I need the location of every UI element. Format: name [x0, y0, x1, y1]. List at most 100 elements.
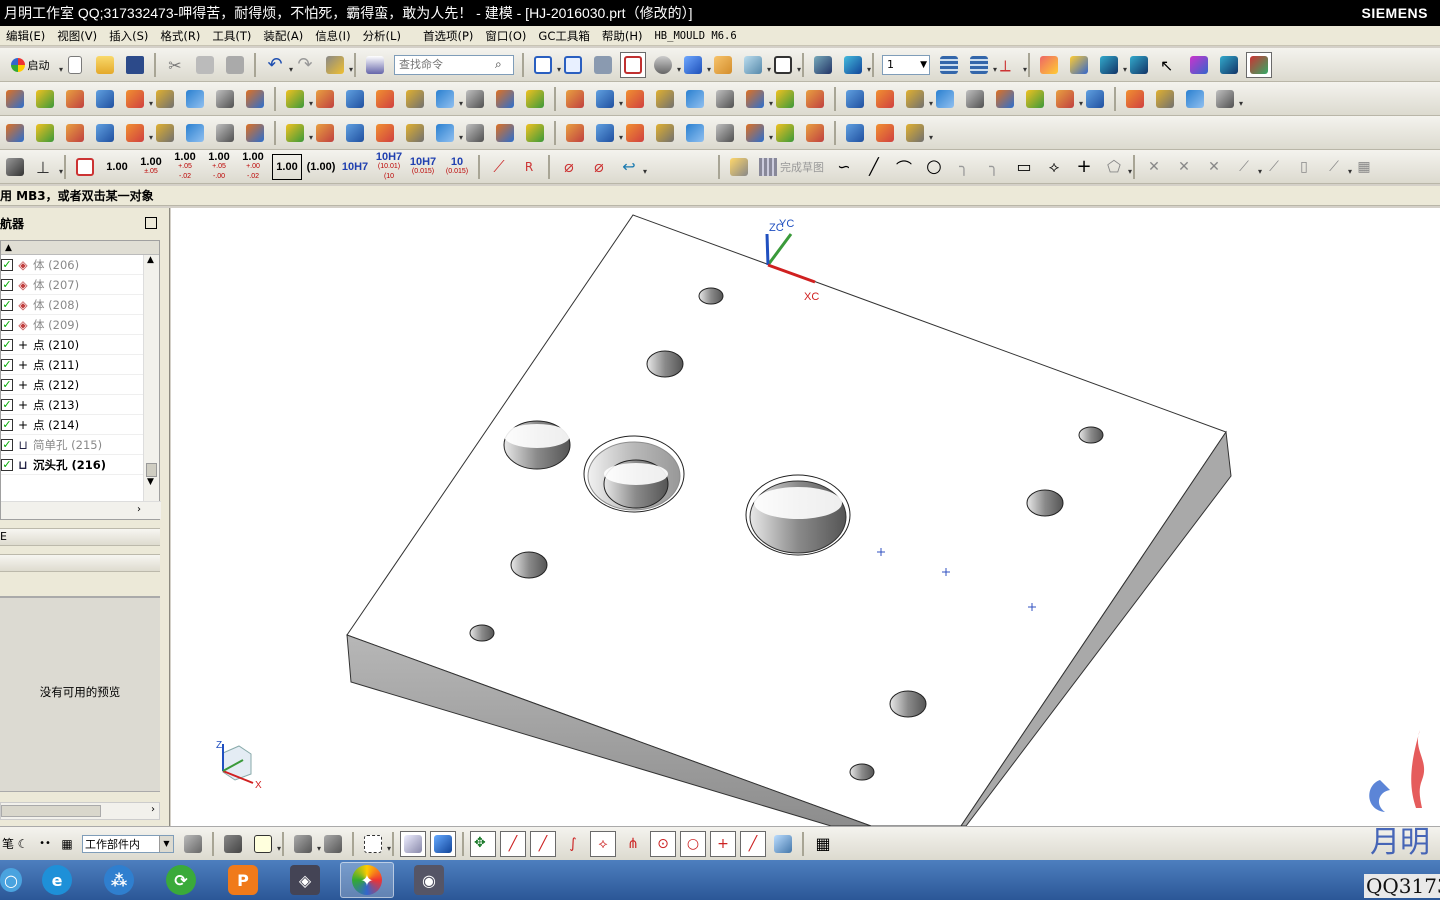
wrap-curve-button[interactable] [842, 120, 868, 146]
surface-b-button[interactable] [992, 86, 1018, 112]
medium-hole[interactable] [646, 350, 684, 378]
tree-node[interactable]: ✓ + 点 (211) [1, 355, 143, 375]
radius-dim-button[interactable]: R [516, 154, 542, 180]
surface-g-button[interactable] [1152, 86, 1178, 112]
surface-a-button[interactable] [962, 86, 988, 112]
start-button[interactable]: 启动 [2, 52, 63, 78]
small-hole[interactable] [698, 287, 724, 305]
draft-button[interactable] [402, 86, 428, 112]
sew-button[interactable] [492, 86, 518, 112]
shell-button[interactable] [342, 86, 368, 112]
intersect-button[interactable] [682, 86, 708, 112]
display-constraints-button[interactable]: ▯ [1291, 154, 1317, 180]
slot-button[interactable] [182, 86, 208, 112]
snap-button[interactable] [1186, 52, 1212, 78]
scroll-down-icon[interactable]: ▼ [147, 477, 154, 487]
stamp-button[interactable] [282, 120, 313, 146]
menu-assemblies[interactable]: 装配(A) [257, 26, 309, 46]
pattern-button[interactable] [432, 86, 463, 112]
save-button[interactable] [122, 52, 148, 78]
move-object-button[interactable] [810, 52, 836, 78]
radial-dim-button[interactable]: ⟋ [486, 154, 512, 180]
surface-d-button[interactable] [1052, 86, 1083, 112]
bridge-button[interactable] [592, 120, 623, 146]
dim-style-8[interactable]: 10H7 [340, 154, 370, 180]
tree-header[interactable]: ▲ [1, 241, 159, 255]
scroll-right-icon[interactable]: › [151, 804, 155, 815]
arc-button[interactable]: ⌒ [891, 154, 917, 180]
existing-point-button[interactable]: + [710, 830, 736, 857]
dim-style-3[interactable]: 1.00 +.05 -.02 [170, 151, 200, 180]
replace-face-button[interactable] [802, 86, 828, 112]
snap-enable-button[interactable]: ✥ [470, 830, 496, 857]
menu-gc-toolkit[interactable]: GC工具箱 [532, 26, 595, 46]
surface-c-button[interactable] [1022, 86, 1048, 112]
profile-button[interactable]: ∽ [831, 154, 857, 180]
start-orb[interactable]: ○ [0, 862, 22, 898]
analysis-button[interactable] [1066, 52, 1092, 78]
chamfer-button[interactable]: ╮ [981, 154, 1007, 180]
taskbar-ie[interactable]: e [30, 862, 84, 898]
split-body-button[interactable] [592, 86, 623, 112]
zoom-button[interactable] [560, 52, 586, 78]
layer-settings-button[interactable] [936, 52, 962, 78]
isocline-button[interactable] [712, 120, 738, 146]
visibility-checkbox[interactable]: ✓ [1, 338, 13, 351]
menu-view[interactable]: 视图(V) [51, 26, 103, 46]
fit-view-button[interactable] [530, 52, 561, 78]
fastener-button[interactable] [492, 120, 518, 146]
extrude-button[interactable] [1182, 86, 1208, 112]
countersink-hole[interactable] [745, 474, 851, 556]
orient-view-button[interactable] [680, 52, 711, 78]
model-view[interactable]: ZC YC XC Z X [171, 208, 1440, 826]
visibility-checkbox[interactable]: ✓ [1, 298, 13, 311]
medium-hole[interactable] [1026, 489, 1064, 517]
fillet-button[interactable]: ╮ [951, 154, 977, 180]
layer-visible-button[interactable] [966, 52, 997, 78]
select-forward-button[interactable] [1126, 52, 1152, 78]
point-button[interactable]: + [1071, 154, 1097, 180]
combine-button[interactable] [802, 120, 828, 146]
selection-intent-button[interactable] [250, 831, 281, 857]
move-face-button[interactable] [872, 86, 898, 112]
taskbar-recorder[interactable]: ◉ [402, 862, 456, 898]
menu-hb-mould[interactable]: HB_MOULD M6.6 [648, 26, 742, 46]
mid-point-button[interactable]: ╱ [530, 830, 556, 857]
rectangle-select-button[interactable] [360, 831, 391, 857]
taskbar-presentation[interactable]: P [216, 862, 270, 898]
curve-a-button[interactable] [342, 120, 368, 146]
open-file-button[interactable] [92, 52, 118, 78]
auto-constrain-button[interactable]: ⟋ [1261, 154, 1287, 180]
surface-e-button[interactable] [1082, 86, 1108, 112]
quick-trim-button[interactable]: ✕ [1141, 154, 1167, 180]
hole-button[interactable] [62, 86, 88, 112]
datum-axis-button[interactable] [32, 120, 58, 146]
background-button[interactable] [710, 52, 736, 78]
undo-button[interactable]: ↶ [262, 52, 293, 78]
intersection-button[interactable]: ⟡ [590, 830, 616, 857]
dim-style-10[interactable]: 10H7 (0.015) [408, 154, 438, 180]
constraints-button[interactable]: ⟋ [1231, 154, 1262, 180]
quick-extend-button[interactable]: ✕ [1171, 154, 1197, 180]
finish-sketch-button[interactable]: 完成草图 [756, 154, 827, 180]
tree-node[interactable]: ✓ ◈ 体 (207) [1, 275, 143, 295]
table-button[interactable] [462, 120, 488, 146]
visibility-checkbox[interactable]: ✓ [1, 358, 13, 371]
render-style-button[interactable] [650, 52, 681, 78]
dim-style-2[interactable]: 1.00 ±.05 [136, 154, 166, 180]
delete-face-button[interactable] [842, 86, 868, 112]
select-toolbar-button[interactable] [1096, 52, 1127, 78]
repeat-command-button[interactable] [322, 52, 353, 78]
menu-analysis[interactable]: 分析(L) [357, 26, 407, 46]
medium-hole[interactable] [889, 690, 927, 718]
snap-point-button[interactable] [290, 831, 321, 857]
lang-button[interactable]: •• [36, 831, 54, 857]
point-set-button[interactable] [92, 120, 118, 146]
point-on-arc-button[interactable]: ○ [680, 830, 706, 857]
visibility-checkbox[interactable]: ✓ [1, 258, 13, 271]
section-curve-button[interactable] [742, 120, 773, 146]
new-file-button[interactable] [62, 52, 88, 78]
pocket-button[interactable] [122, 86, 153, 112]
menu-preferences[interactable]: 首选项(P) [417, 26, 479, 46]
quadrant-button[interactable]: ⊙ [650, 830, 676, 857]
